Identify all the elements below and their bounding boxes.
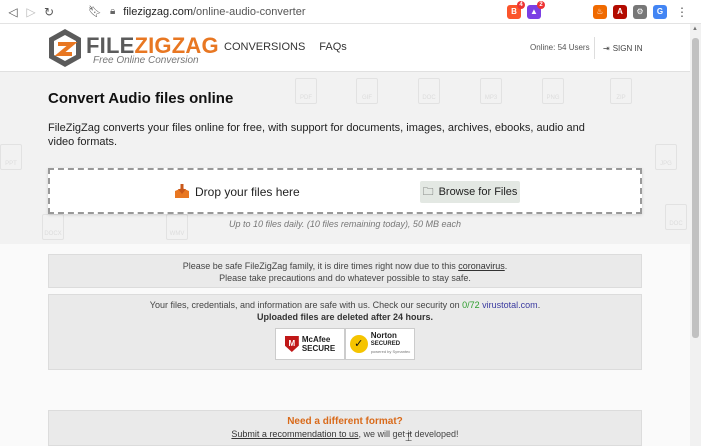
page-title: Convert Audio files online <box>48 90 234 107</box>
ghost-file-icon: PDF <box>295 78 317 104</box>
forward-icon[interactable]: ▷ <box>22 3 40 21</box>
checkmark-icon: ✓ <box>349 335 368 353</box>
covid-notice: Please be safe FileZigZag family, it is … <box>48 254 642 288</box>
scrollbar-thumb[interactable] <box>692 38 699 338</box>
back-icon[interactable]: ◁ <box>4 3 22 21</box>
text-cursor-icon: ⌶ <box>405 430 413 444</box>
virustotal-score: 0/72 <box>462 300 480 310</box>
mcafee-secure-badge[interactable]: M McAfee SECURE <box>275 328 345 360</box>
file-drop-zone[interactable]: Drop your files here 🗀︎ Browse for Files <box>48 168 642 214</box>
url-path: /online-audio-converter <box>193 5 306 18</box>
ghost-file-icon: JPG <box>655 144 677 170</box>
site-header: FILEZIGZAG Free Online Conversion CONVER… <box>0 24 690 72</box>
download-box-icon <box>175 184 189 198</box>
covid-period: . <box>504 261 508 271</box>
url-host: filezigzag.com <box>123 5 193 18</box>
ghost-file-icon: MP3 <box>480 78 502 104</box>
norton-secured-text: SECURED <box>370 341 401 347</box>
sign-in-label: SIGN IN <box>612 43 643 53</box>
nav-conversions[interactable]: CONVERSIONS <box>224 41 305 53</box>
gear-extension-icon[interactable]: ⚙ <box>633 4 647 19</box>
mcafee-name: McAfee <box>301 335 331 344</box>
ghost-file-icon: ZIP <box>610 78 632 104</box>
browser-toolbar: ◁ ▷ ↻ 🔖︎ 🔒︎ filezigzag.com/online-audio-… <box>0 0 701 24</box>
bookmark-icon[interactable]: 🔖︎ <box>88 5 102 18</box>
norton-name: Norton <box>370 331 397 340</box>
scroll-up-icon[interactable]: ▲ <box>692 26 698 32</box>
mcafee-secure-text: SECURE <box>301 344 336 353</box>
coronavirus-link[interactable]: coronavirus <box>458 261 505 271</box>
shield-count-badge: 4 <box>517 0 525 9</box>
menu-icon[interactable]: ⋮ <box>673 3 691 21</box>
ghost-file-icon: PPT <box>0 144 22 170</box>
address-bar[interactable]: 🔖︎ 🔒︎ filezigzag.com/online-audio-conver… <box>88 5 507 19</box>
drop-files-label: Drop your files here <box>195 185 300 199</box>
fire-extension-icon[interactable]: ♨ <box>593 4 607 19</box>
covid-text-line2: Please take precautions and do whatever … <box>219 273 471 283</box>
security-text: Your files, credentials, and information… <box>149 300 463 310</box>
format-request: Need a different format? Submit a recomm… <box>48 410 642 446</box>
browse-files-label: Browse for Files <box>438 186 518 198</box>
security-period: . <box>537 300 541 310</box>
covid-text: Please be safe FileZigZag family, it is … <box>182 261 459 271</box>
virustotal-link[interactable]: virustotal.com <box>482 300 538 310</box>
nav-faqs[interactable]: FAQs <box>319 41 347 53</box>
brave-rewards-icon[interactable]: ▲ 2 <box>527 0 545 19</box>
sign-in-button[interactable]: ⇥ SIGN IN <box>594 37 642 59</box>
brave-shield-icon[interactable]: B4 <box>507 0 525 19</box>
rewards-count-badge: 2 <box>537 0 545 9</box>
scrollbar[interactable]: ▲ <box>690 24 701 446</box>
deletion-notice: Uploaded files are deleted after 24 hour… <box>256 312 434 322</box>
upload-limits: Up to 10 files daily. (10 files remainin… <box>229 219 461 229</box>
sign-in-icon: ⇥ <box>603 43 610 53</box>
filezigzag-logo-icon[interactable] <box>48 28 82 68</box>
intro-text: FileZigZag converts your files online fo… <box>48 122 585 148</box>
lock-icon[interactable]: 🔒︎ <box>110 6 115 17</box>
security-notice: Your files, credentials, and information… <box>48 294 642 370</box>
security-badges: M McAfee SECURE ✓ Norton SECURED powered by… <box>275 328 415 360</box>
online-users: Online: 54 Users <box>530 43 590 52</box>
folder-icon: 🗀︎ <box>422 185 434 198</box>
translate-extension-icon[interactable]: G <box>653 4 667 19</box>
ghost-file-icon: DOC <box>418 78 440 104</box>
format-heading: Need a different format? <box>287 416 403 427</box>
browse-files-button[interactable]: 🗀︎ Browse for Files <box>420 181 520 203</box>
norton-powered-by: powered by Symantec <box>370 349 411 354</box>
reload-icon[interactable]: ↻ <box>40 3 58 21</box>
logo-tagline: Free Online Conversion <box>93 55 199 66</box>
norton-secured-badge[interactable]: ✓ Norton SECURED powered by Symantec <box>345 328 415 360</box>
main-nav: CONVERSIONS FAQs <box>224 41 347 53</box>
mcafee-shield-icon: M <box>284 336 299 352</box>
pdf-extension-icon[interactable]: A <box>613 4 627 19</box>
ghost-file-icon: PNG <box>542 78 564 104</box>
ghost-file-icon: GIF <box>356 78 378 104</box>
submit-recommendation-link[interactable]: Submit a recommendation to us <box>231 429 358 439</box>
